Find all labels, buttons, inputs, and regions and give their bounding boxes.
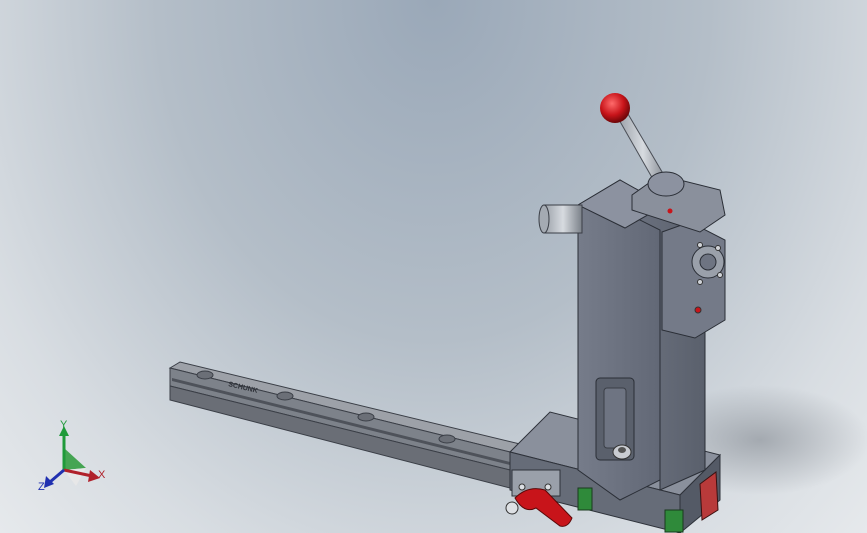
z-axis-line [49, 468, 65, 484]
flange-screw [717, 272, 723, 278]
rail-front-face [169, 367, 511, 471]
bracket-screw [518, 483, 526, 491]
z-axis-arrow [44, 476, 54, 488]
z-axis-label: Z [38, 481, 45, 493]
rail-groove [172, 378, 510, 465]
y-axis-label: Y [60, 420, 68, 431]
clamp-pivot [505, 501, 519, 515]
lever-knob [600, 93, 630, 123]
rail-mounting-hole [438, 434, 456, 444]
x-axis-label: X [98, 469, 106, 481]
index-lever[interactable] [600, 93, 685, 197]
head-flange-inner [699, 253, 717, 271]
tower-slot-inner [603, 387, 627, 449]
rail-mounting-hole [276, 391, 294, 401]
rail-mounting-hole [196, 370, 214, 380]
indicator-dot [667, 208, 673, 214]
guide-rail[interactable]: SCHUNK [168, 361, 522, 489]
rail-mounting-hole [357, 412, 375, 422]
triad-cone [64, 448, 86, 470]
lever-hub [647, 171, 685, 197]
coordinate-triad: Y X Z [38, 420, 106, 493]
indicator-dot [694, 306, 702, 314]
tower-bolt-socket [618, 447, 626, 453]
side-shaft [538, 204, 583, 234]
bracket-screw [544, 483, 552, 491]
flange-screw [697, 242, 703, 248]
graphics-viewport[interactable]: SCHUNK Y X Z [0, 0, 867, 533]
cad-model-scene[interactable]: SCHUNK [0, 0, 867, 533]
green-carriage-block [577, 487, 593, 511]
flange-screw [697, 279, 703, 285]
head-plate [661, 221, 726, 339]
green-carriage-block [664, 509, 684, 533]
flange-screw [715, 245, 721, 251]
